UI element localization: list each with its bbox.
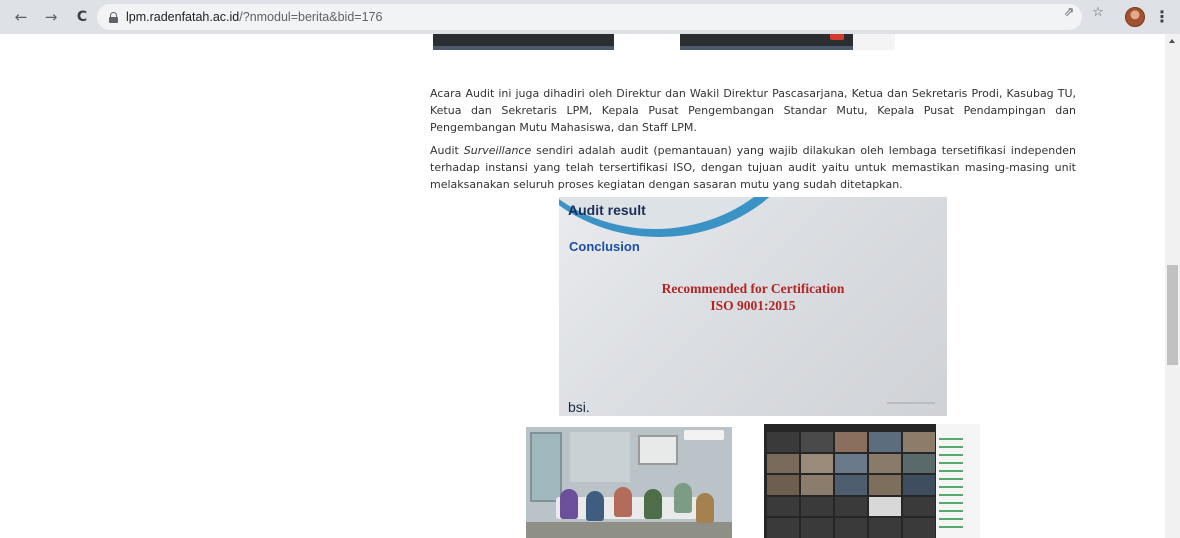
audit-result-slide-photo: Audit result Conclusion Recommended for … <box>559 197 947 416</box>
article-photo-top-right <box>680 34 895 50</box>
url-host: lpm.radenfatah.ac.id <box>126 10 240 24</box>
meeting-room-photo <box>526 427 732 538</box>
share-icon[interactable]: ⇗ <box>1062 6 1076 20</box>
article-photo-top-left <box>433 34 614 50</box>
address-bar[interactable]: lpm.radenfatah.ac.id/?nmodul=berita&bid=… <box>97 4 1082 30</box>
slide-heading: Audit result <box>568 202 646 218</box>
slide-recommendation-line2: ISO 9001:2015 <box>710 298 796 313</box>
star-icon[interactable]: ☆ <box>1091 6 1105 20</box>
scroll-up-arrow-icon[interactable] <box>1169 39 1175 43</box>
browser-toolbar: ← → C lpm.radenfatah.ac.id/?nmodul=berit… <box>0 0 1180 34</box>
forward-arrow-icon[interactable]: → <box>40 6 62 28</box>
page-scrollbar[interactable] <box>1165 34 1180 538</box>
slide-recommendation-line1: Recommended for Certification <box>661 281 845 296</box>
lock-icon[interactable] <box>109 11 118 23</box>
slide-recommendation: Recommended for Certification ISO 9001:2… <box>559 280 947 314</box>
url-path: /?nmodul=berita&bid=176 <box>239 10 383 24</box>
page-viewport: Acara Audit ini juga dihadiri oleh Direk… <box>0 34 1165 538</box>
bsi-logo: bsi. <box>568 399 590 415</box>
slide-subheading: Conclusion <box>569 239 640 254</box>
kebab-menu-icon[interactable]: ⋮ <box>1154 8 1170 26</box>
back-arrow-icon[interactable]: ← <box>10 6 32 28</box>
url-text[interactable]: lpm.radenfatah.ac.id/?nmodul=berita&bid=… <box>126 10 382 24</box>
article-paragraph-attendees: Acara Audit ini juga dihadiri oleh Direk… <box>430 87 1076 134</box>
participants-panel <box>936 424 980 538</box>
avatar[interactable] <box>1125 7 1145 27</box>
article-paragraph-surveillance: Audit Surveillance sendiri adalah audit … <box>430 142 1076 193</box>
slide-footer-mark <box>887 402 935 404</box>
surveillance-lead: Audit <box>430 144 464 157</box>
scrollbar-thumb[interactable] <box>1167 265 1178 365</box>
reload-icon[interactable]: C <box>71 6 93 28</box>
zoom-meeting-photo <box>764 424 980 538</box>
surveillance-term: Surveillance <box>463 144 532 157</box>
